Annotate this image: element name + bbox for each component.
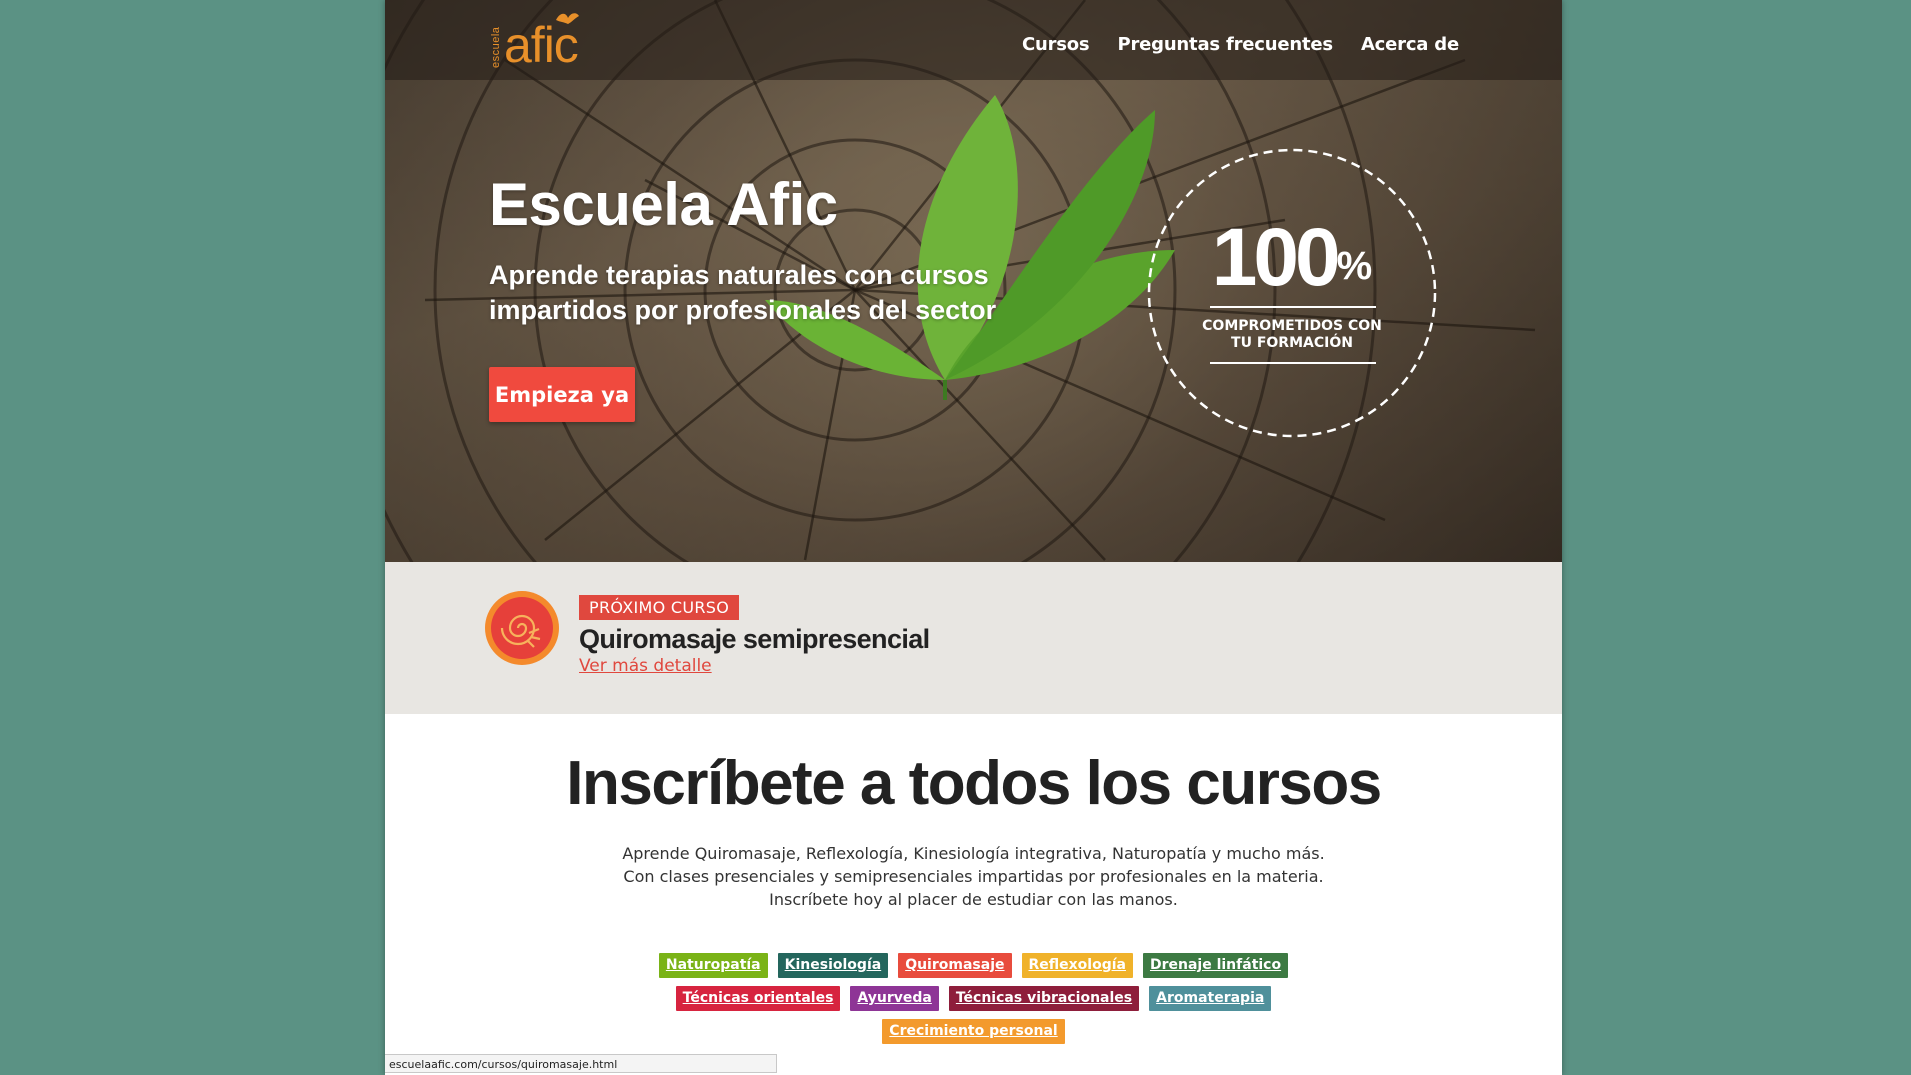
hero-section: escuela afic Cursos Preguntas frecuentes… — [385, 0, 1562, 562]
tag-drenaje-linfatico[interactable]: Drenaje linfático — [1142, 953, 1289, 978]
page: escuela afic Cursos Preguntas frecuentes… — [385, 0, 1562, 1075]
tag-kinesiologia[interactable]: Kinesiología — [777, 953, 889, 978]
hero-title: Escuela Afic — [489, 171, 838, 238]
tag-crecimiento-personal[interactable]: Crecimiento personal — [882, 1019, 1065, 1044]
ver-mas-detalle-link[interactable]: Ver más detalle — [579, 656, 712, 676]
enroll-line-1: Aprende Quiromasaje, Reflexología, Kines… — [622, 844, 1325, 863]
tag-tecnicas-orientales[interactable]: Técnicas orientales — [675, 986, 841, 1011]
hero-subtitle: Aprende terapias naturales con cursos im… — [489, 260, 997, 325]
badge-text: COMPROMETIDOS CON TU FORMACIÓN — [1202, 318, 1382, 351]
tag-naturopatia[interactable]: Naturopatía — [658, 953, 768, 978]
enroll-description: Aprende Quiromasaje, Reflexología, Kines… — [385, 842, 1562, 911]
badge-number: 100% — [1211, 212, 1373, 303]
commitment-badge: 100% COMPROMETIDOS CON TU FORMACIÓN — [1147, 148, 1437, 438]
tag-aromaterapia[interactable]: Aromaterapia — [1149, 986, 1272, 1011]
enroll-line-3: Inscríbete hoy al placer de estudiar con… — [769, 890, 1178, 909]
tag-quiromasaje[interactable]: Quiromasaje — [898, 953, 1012, 978]
tag-reflexologia[interactable]: Reflexología — [1021, 953, 1133, 978]
bird-icon — [556, 13, 579, 24]
enroll-heading: Inscríbete a todos los cursos — [566, 749, 1382, 818]
browser-status-bar: escuelaafic.com/cursos/quiromasaje.html — [385, 1054, 777, 1073]
course-tags: Naturopatía Kinesiología Quiromasaje Ref… — [635, 953, 1312, 1052]
tag-row-3: Crecimiento personal — [635, 1019, 1312, 1044]
main-nav: Cursos Preguntas frecuentes Acerca de — [1022, 34, 1459, 55]
badge-divider-bottom — [1210, 362, 1376, 364]
proximo-curso-tag: PRÓXIMO CURSO — [579, 595, 740, 620]
tag-tecnicas-vibracionales[interactable]: Técnicas vibracionales — [948, 986, 1140, 1011]
next-course-section: PRÓXIMO CURSO Quiromasaje semipresencial… — [385, 562, 1562, 714]
afic-logo[interactable]: escuela afic — [490, 8, 600, 76]
nav-acerca-de[interactable]: Acerca de — [1361, 34, 1459, 55]
next-course-title[interactable]: Quiromasaje semipresencial — [579, 624, 930, 655]
logo-escuela-text: escuela — [490, 26, 502, 68]
massage-spiral-icon — [485, 591, 559, 665]
nav-cursos[interactable]: Cursos — [1022, 34, 1090, 55]
nav-preguntas-frecuentes[interactable]: Preguntas frecuentes — [1117, 34, 1333, 55]
enroll-line-2: Con clases presenciales y semipresencial… — [623, 867, 1324, 886]
tag-row-2: Técnicas orientales Ayurveda Técnicas vi… — [635, 986, 1312, 1011]
tag-row-1: Naturopatía Kinesiología Quiromasaje Ref… — [635, 953, 1312, 978]
badge-divider-top — [1210, 306, 1376, 308]
tag-ayurveda[interactable]: Ayurveda — [850, 986, 939, 1011]
empieza-ya-button[interactable]: Empieza ya — [489, 367, 635, 422]
